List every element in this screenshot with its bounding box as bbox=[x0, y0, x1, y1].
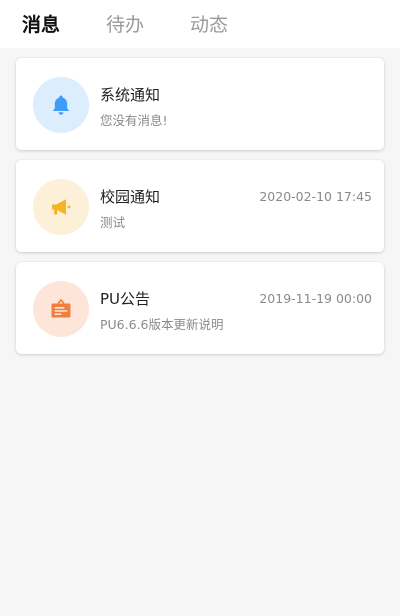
bell-icon-badge bbox=[33, 77, 89, 133]
notification-subtitle: 您没有消息! bbox=[100, 113, 168, 128]
top-tab-bar: 消息 待办 动态 bbox=[0, 0, 400, 48]
notification-title: 校园通知 bbox=[100, 188, 161, 206]
notification-time: 2019-11-19 00:00 bbox=[259, 291, 372, 306]
tab-activity[interactable]: 动态 bbox=[190, 12, 228, 38]
notification-subtitle: 测试 bbox=[100, 215, 126, 230]
tab-todo[interactable]: 待办 bbox=[106, 12, 144, 38]
megaphone-icon bbox=[52, 199, 71, 215]
tab-messages[interactable]: 消息 bbox=[22, 12, 60, 38]
notice-board-icon bbox=[51, 298, 71, 318]
megaphone-icon-badge bbox=[33, 179, 89, 235]
notification-card-campus[interactable]: 校园通知 测试 2020-02-10 17:45 bbox=[16, 160, 384, 252]
notification-time: 2020-02-10 17:45 bbox=[259, 189, 372, 204]
notification-card-pu[interactable]: PU公告 PU6.6.6版本更新说明 2019-11-19 00:00 bbox=[16, 262, 384, 354]
notification-card-system[interactable]: 系统通知 您没有消息! bbox=[16, 58, 384, 150]
notification-subtitle: PU6.6.6版本更新说明 bbox=[100, 317, 224, 332]
notification-title: PU公告 bbox=[100, 290, 151, 308]
notification-title: 系统通知 bbox=[100, 86, 161, 104]
notice-board-icon-badge bbox=[33, 281, 89, 337]
bell-icon bbox=[52, 95, 70, 115]
